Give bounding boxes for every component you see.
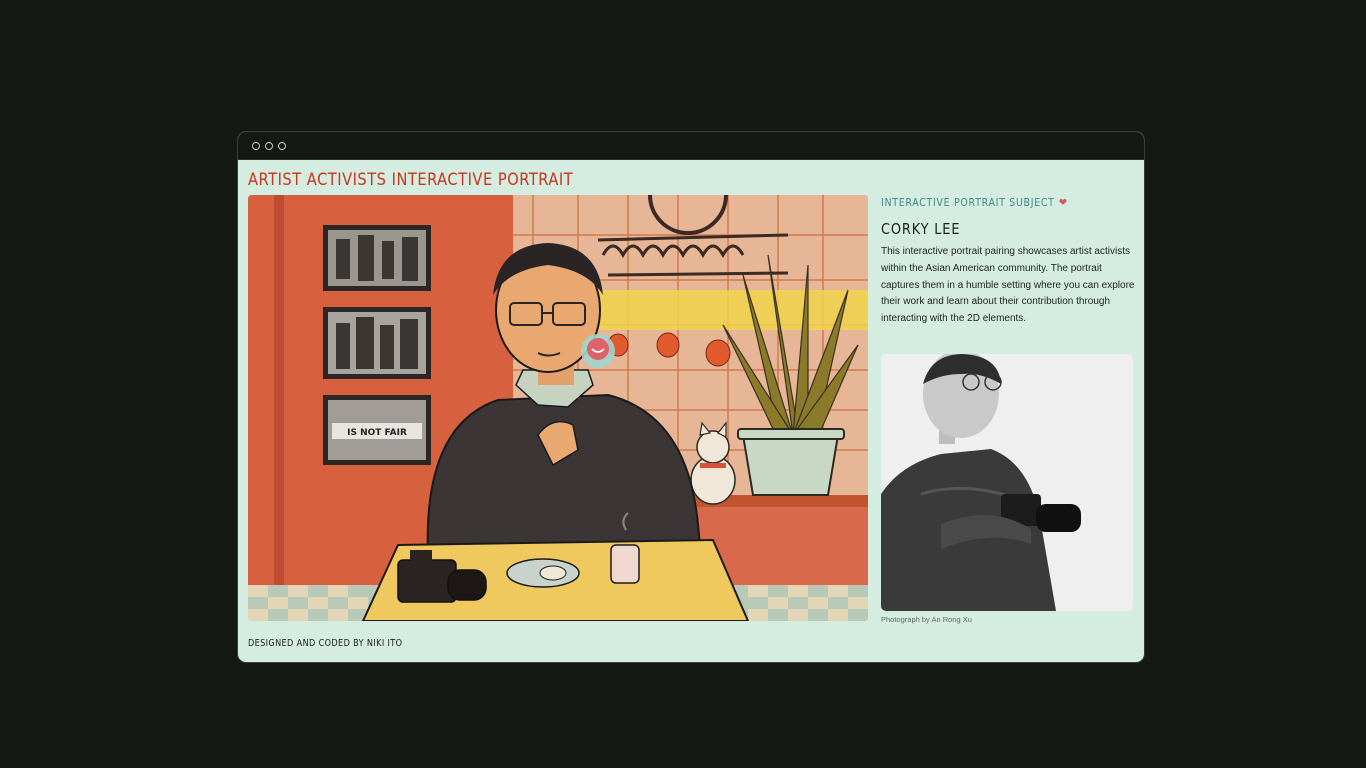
- heart-hotspot-icon[interactable]: [581, 334, 615, 368]
- photo-credit: Photograph by An Rong Xu: [881, 615, 972, 624]
- portrait-illustration[interactable]: IS NOT FAIR: [248, 195, 868, 621]
- subject-label-text: INTERACTIVE PORTRAIT SUBJECT: [881, 196, 1055, 209]
- subject-label: INTERACTIVE PORTRAIT SUBJECT ❤: [881, 194, 1099, 212]
- plate[interactable]: [506, 558, 580, 588]
- window-titlebar: [238, 132, 1144, 160]
- footer-credit: DESIGNED AND CODED BY NIKI ITO: [248, 638, 403, 649]
- heart-icon: ❤: [1058, 196, 1068, 209]
- subject-name: CORKY LEE: [881, 220, 961, 238]
- framed-photo-2[interactable]: [323, 307, 431, 379]
- browser-window: ARTIST ACTIVISTS INTERACTIVE PORTRAIT IS…: [237, 131, 1145, 663]
- window-close-dot[interactable]: [252, 142, 260, 150]
- framed-photo-3[interactable]: IS NOT FAIR: [323, 395, 431, 465]
- subject-photo: [881, 354, 1133, 611]
- page-title: ARTIST ACTIVISTS INTERACTIVE PORTRAIT: [248, 170, 574, 190]
- subject-description: This interactive portrait pairing showca…: [881, 246, 1135, 325]
- protest-banner-text: IS NOT FAIR: [347, 428, 407, 438]
- framed-photo-1[interactable]: [323, 225, 431, 291]
- window-maximize-dot[interactable]: [278, 142, 286, 150]
- subject-panel: INTERACTIVE PORTRAIT SUBJECT ❤ CORKY LEE …: [881, 194, 1135, 328]
- window-minimize-dot[interactable]: [265, 142, 273, 150]
